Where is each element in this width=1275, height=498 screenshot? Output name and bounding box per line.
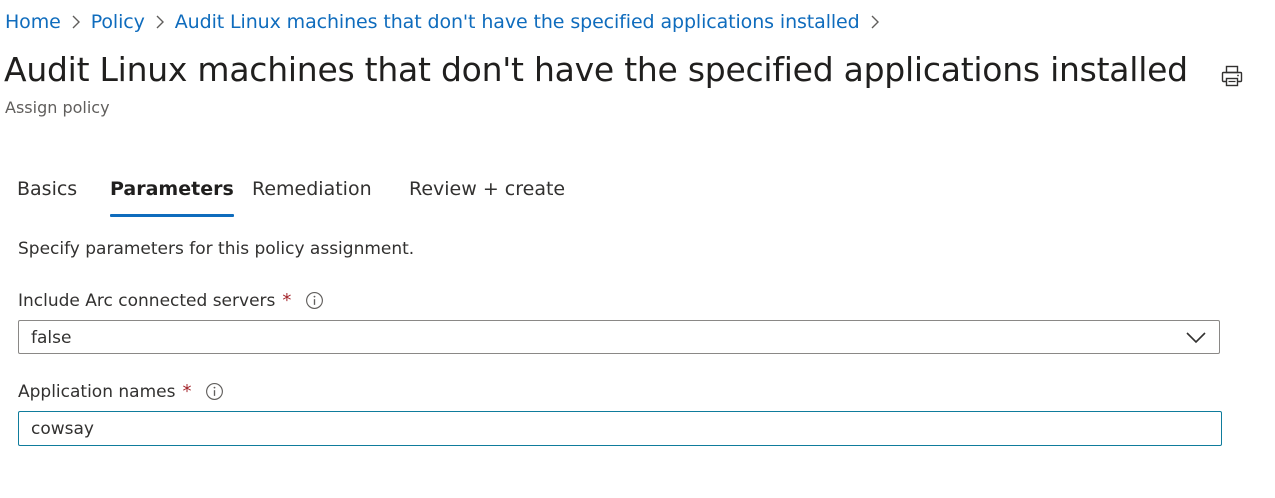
application-names-label: Application names * [18,381,224,402]
application-names-input[interactable] [18,411,1222,446]
tab-bar: Basics Parameters Remediation Review + c… [0,178,700,220]
chevron-right-icon [61,14,91,30]
chevron-down-icon [1186,332,1206,344]
arc-servers-dropdown-value: false [31,328,72,348]
required-marker: * [282,290,292,311]
breadcrumb-policy-link[interactable]: Policy [91,11,145,33]
chevron-right-icon [860,14,890,30]
arc-servers-label-text: Include Arc connected servers [18,290,276,311]
section-description: Specify parameters for this policy assig… [18,239,415,259]
tab-basics[interactable]: Basics [17,178,77,220]
tab-review-create[interactable]: Review + create [409,178,565,220]
chevron-right-icon [145,14,175,30]
application-names-label-text: Application names [18,381,176,402]
breadcrumb-home-link[interactable]: Home [5,11,61,33]
page-subtitle: Assign policy [5,98,110,117]
arc-servers-label: Include Arc connected servers * [18,290,324,311]
tab-remediation[interactable]: Remediation [252,178,372,220]
print-button[interactable] [1217,62,1247,90]
info-icon[interactable] [305,291,324,310]
tab-parameters[interactable]: Parameters [110,178,234,220]
breadcrumb: Home Policy Audit Linux machines that do… [5,11,890,33]
print-icon [1221,65,1243,87]
breadcrumb-policy-definition-link[interactable]: Audit Linux machines that don't have the… [175,11,860,33]
arc-servers-dropdown[interactable]: false [18,320,1220,354]
page-title: Audit Linux machines that don't have the… [4,50,1188,89]
info-icon[interactable] [205,382,224,401]
required-marker: * [182,381,192,402]
